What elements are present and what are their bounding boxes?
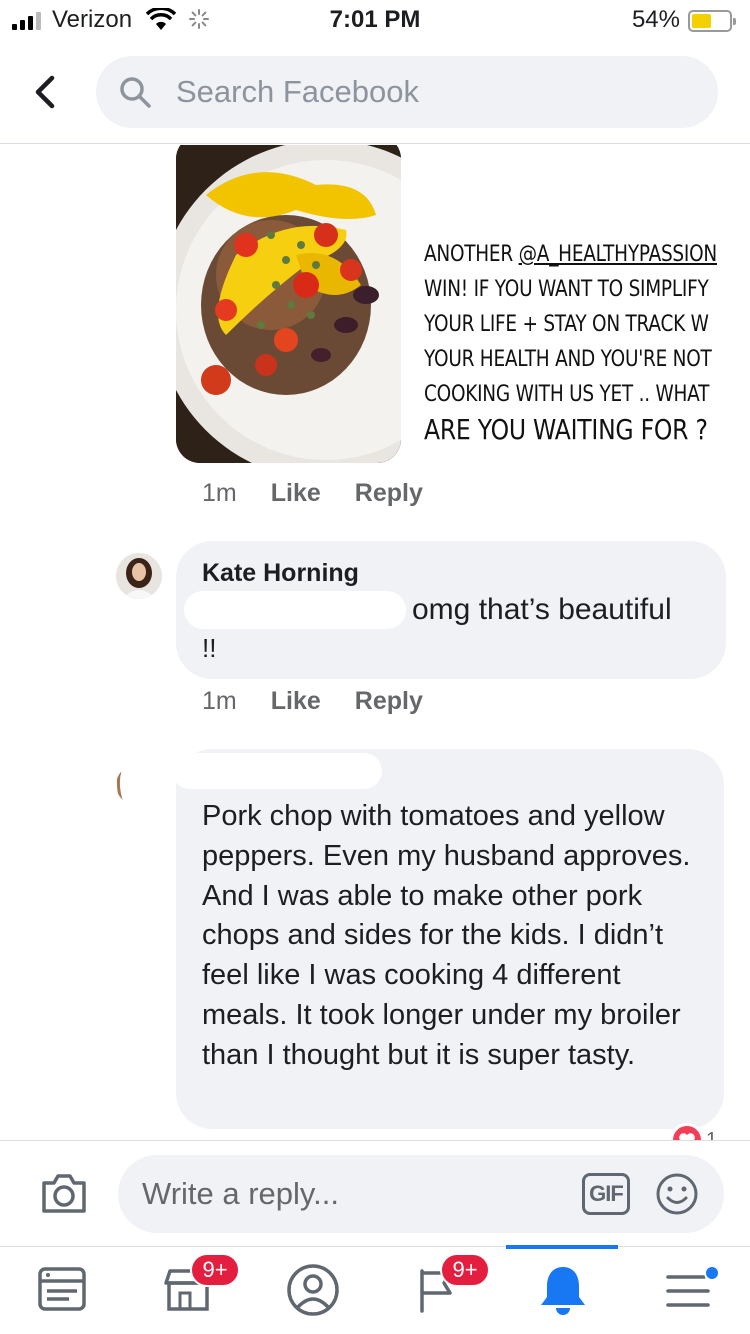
comment-text: !!	[202, 633, 217, 663]
smiley-icon	[656, 1173, 698, 1215]
reply-input-container[interactable]: GIF	[118, 1155, 724, 1233]
comment-actions: 1m Like Reply	[202, 687, 423, 716]
reaction-summary[interactable]: 1	[670, 1123, 717, 1140]
search-bar[interactable]	[96, 56, 718, 128]
caption-line: YOUR HEALTH AND YOU'RE NOT	[424, 347, 712, 372]
timestamp: 1m	[202, 479, 237, 507]
reply-input[interactable]	[142, 1171, 572, 1217]
profile-icon	[287, 1264, 339, 1316]
caption-line: WIN! IF YOU WANT TO SIMPLIFY	[424, 277, 709, 302]
redacted-text	[184, 591, 406, 629]
search-input[interactable]	[176, 70, 696, 114]
comment-author[interactable]: Kate Horning	[202, 559, 359, 588]
bell-icon	[541, 1267, 585, 1315]
reply-button[interactable]: Reply	[355, 687, 423, 716]
post-caption: ANOTHER @A_HEALTHYPASSION WIN! IF YOU WA…	[424, 237, 735, 447]
heart-icon	[670, 1123, 704, 1140]
battery-icon	[688, 10, 736, 32]
caption-line: COOKING WITH US YET .. WHAT	[424, 382, 710, 407]
post-photo[interactable]	[176, 145, 401, 463]
battery-percent: 54%	[631, 6, 680, 33]
camera-icon	[42, 1174, 86, 1213]
avatar[interactable]	[116, 553, 162, 599]
gif-button[interactable]: GIF	[582, 1173, 630, 1215]
reaction-count: 1	[706, 1128, 718, 1141]
reply-button[interactable]: Reply	[355, 479, 423, 508]
header	[0, 40, 750, 144]
like-button[interactable]: Like	[271, 687, 321, 716]
reply-composer: GIF	[0, 1140, 750, 1246]
redacted-author	[172, 753, 382, 789]
back-button[interactable]	[30, 72, 60, 112]
new-activity-dot	[704, 1265, 720, 1281]
comment-text: omg that’s beautiful	[412, 593, 672, 626]
like-button[interactable]: Like	[271, 479, 321, 508]
comment-text: Pork chop with tomatoes and yellow peppe…	[202, 800, 691, 1071]
mention-link[interactable]: @A_HEALTHYPASSION	[519, 242, 718, 267]
emoji-button[interactable]	[654, 1171, 700, 1222]
tab-marketplace[interactable]: 9+	[160, 1253, 240, 1321]
timestamp: 1m	[202, 687, 237, 715]
post-actions: 1m Like Reply	[202, 479, 423, 508]
comment-bubble[interactable]: Kate Horning omg that’s beautiful !!	[176, 541, 726, 679]
notification-badge: 9+	[440, 1253, 490, 1287]
caption-line: ARE YOU WAITING FOR ?	[424, 413, 708, 446]
camera-button[interactable]	[40, 1171, 88, 1220]
status-bar: Verizon 7:01 PM 54%	[0, 0, 750, 40]
caption-line: YOUR LIFE + STAY ON TRACK W	[424, 312, 709, 337]
caption-text: ANOTHER	[424, 242, 519, 267]
news-feed-icon	[38, 1267, 86, 1311]
tab-menu[interactable]	[664, 1261, 724, 1321]
avatar[interactable]	[116, 765, 156, 805]
tab-news-feed[interactable]	[34, 1261, 94, 1321]
notification-badge: 9+	[190, 1253, 240, 1287]
search-icon	[118, 75, 154, 116]
tab-notifications[interactable]	[534, 1261, 594, 1321]
bottom-navigation: 9+ 9+	[0, 1245, 750, 1334]
tab-pages[interactable]: 9+	[410, 1253, 490, 1321]
comment-bubble[interactable]: Pork chop with tomatoes and yellow peppe…	[172, 749, 724, 1129]
chevron-left-icon	[35, 75, 55, 109]
tab-profile[interactable]	[284, 1261, 344, 1321]
active-tab-indicator	[506, 1245, 618, 1249]
comments-thread: ANOTHER @A_HEALTHYPASSION WIN! IF YOU WA…	[0, 145, 750, 1140]
